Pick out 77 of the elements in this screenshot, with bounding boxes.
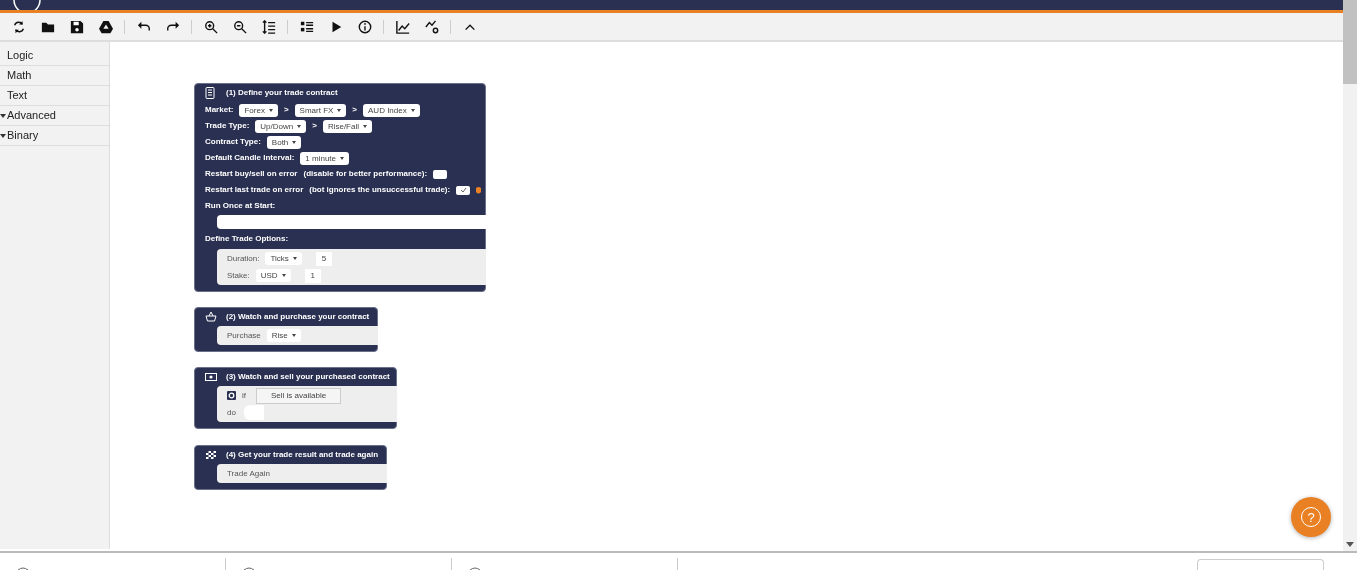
block-title: (3) Watch and sell your purchased contract bbox=[226, 370, 390, 383]
dropdown-field[interactable]: Rise/Fall bbox=[322, 119, 372, 133]
zoom-in-icon bbox=[203, 19, 218, 34]
sort-icon bbox=[261, 19, 276, 34]
toolbox-category[interactable]: Logic bbox=[0, 46, 109, 66]
flow-gear-icon bbox=[424, 19, 439, 34]
block-label: Purchase bbox=[227, 329, 261, 342]
block-title: (2) Watch and purchase your contract bbox=[226, 310, 370, 323]
drive-icon bbox=[98, 19, 113, 34]
banknote-icon bbox=[205, 370, 217, 383]
tab-icon[interactable] bbox=[244, 567, 254, 570]
checkered-flag-icon bbox=[205, 448, 217, 461]
nested-block[interactable]: Duration: Ticks 5 Stake: USD 1 bbox=[217, 249, 486, 285]
condition-block[interactable]: Sell is available bbox=[256, 387, 342, 404]
block-card[interactable]: (4) Get your trade result and trade again Trade Again bbox=[194, 445, 387, 490]
block-label: Define Trade Options: bbox=[205, 233, 289, 245]
dropdown-field[interactable]: USD bbox=[255, 269, 291, 282]
block-label: Default Candle Interval: bbox=[205, 152, 295, 164]
nested-block[interactable]: if Sell is available do bbox=[217, 386, 397, 422]
zoom-out-icon bbox=[232, 19, 247, 34]
dropdown-field[interactable]: Up/Down bbox=[255, 119, 307, 133]
save-icon bbox=[69, 19, 84, 34]
basket-icon bbox=[205, 310, 217, 323]
nested-block[interactable]: Purchase Rise bbox=[217, 326, 378, 345]
block-label: if bbox=[242, 389, 246, 402]
field-box[interactable] bbox=[1197, 559, 1324, 570]
checkbox[interactable] bbox=[433, 169, 448, 179]
nested-block[interactable]: Trade Again bbox=[217, 464, 387, 483]
dropdown-field[interactable]: Rise bbox=[266, 329, 301, 342]
scrollbar[interactable] bbox=[1343, 0, 1357, 551]
toolbox-category[interactable]: Math bbox=[0, 66, 109, 86]
block-label: Restart buy/sell on error bbox=[205, 168, 298, 180]
block-label: do bbox=[227, 406, 236, 419]
toolbox-category[interactable]: Text bbox=[0, 86, 109, 106]
block-card[interactable] bbox=[194, 83, 486, 292]
block-label: (disable for better performance): bbox=[303, 168, 428, 180]
block-label: Stake: bbox=[227, 269, 250, 282]
block-card[interactable]: (2) Watch and purchase your contract Purchase Rise bbox=[194, 307, 378, 352]
block-label: (bot ignores the unsuccessful trade): bbox=[309, 184, 451, 196]
tab-icon[interactable] bbox=[18, 567, 28, 570]
toolbox-category[interactable]: Binary bbox=[0, 126, 109, 146]
number-field[interactable]: 5 bbox=[315, 251, 333, 266]
block-label: > bbox=[283, 104, 289, 116]
block-label: Restart last trade on error bbox=[205, 184, 304, 196]
dropdown-field[interactable]: Ticks bbox=[265, 252, 302, 265]
gear-icon[interactable] bbox=[227, 391, 236, 400]
tab-icon[interactable] bbox=[470, 567, 480, 570]
block-label: Trade Again bbox=[227, 467, 270, 480]
dropdown-field[interactable]: Both bbox=[266, 135, 302, 149]
block-label: > bbox=[352, 104, 358, 116]
dropdown-field[interactable]: Forex bbox=[239, 103, 278, 117]
line-chart-icon bbox=[395, 19, 410, 34]
scroll-down-icon[interactable] bbox=[1346, 542, 1354, 547]
toolbox-category[interactable]: Advanced bbox=[0, 106, 109, 126]
dropdown-field[interactable]: Smart FX bbox=[294, 103, 347, 117]
block-title: (1) Define your trade contract bbox=[226, 86, 338, 99]
block-label: > bbox=[312, 120, 317, 132]
block-label: Trade Type: bbox=[205, 120, 250, 132]
number-field[interactable]: 1 bbox=[304, 268, 322, 283]
refresh-icon bbox=[11, 19, 26, 34]
info-icon bbox=[357, 19, 372, 34]
block-label: Contract Type: bbox=[205, 136, 261, 148]
checkbox[interactable] bbox=[456, 185, 471, 195]
block-title: (4) Get your trade result and trade again bbox=[226, 448, 379, 461]
check-icon bbox=[459, 187, 467, 193]
block-card[interactable]: (3) Watch and sell your purchased contract if Sell is available do bbox=[194, 367, 397, 429]
warning-icon[interactable] bbox=[476, 186, 482, 194]
dropdown-field[interactable]: AUD Index bbox=[363, 103, 420, 117]
calculator-icon bbox=[205, 86, 217, 99]
block-label: Duration: bbox=[227, 252, 260, 265]
dropdown-field[interactable]: 1 minute bbox=[300, 151, 350, 165]
statement-slot bbox=[243, 405, 264, 420]
list-icon bbox=[299, 19, 314, 34]
block-label: Market: bbox=[205, 104, 234, 116]
logo-icon bbox=[12, 0, 42, 10]
block-label: Run Once at Start: bbox=[205, 200, 276, 212]
scroll-thumb[interactable] bbox=[1343, 0, 1357, 84]
